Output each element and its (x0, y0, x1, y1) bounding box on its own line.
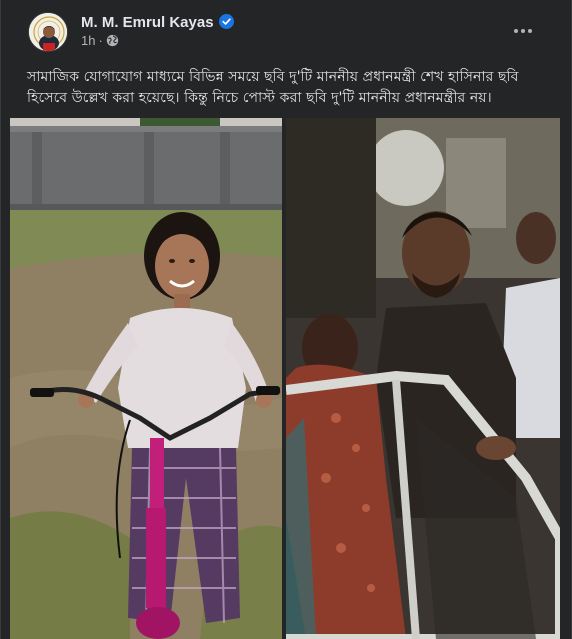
meta-separator: · (98, 33, 103, 48)
caption-line-2: হিসেবে উল্লেখ করা হয়েছে। কিন্তু নিচে পো… (27, 90, 492, 106)
verified-badge-icon (218, 14, 234, 29)
globe-icon[interactable] (106, 34, 119, 47)
post-caption: সামাজিক যোগাযোগ মাধ্যমে বিভিন্ন সময়ে ছব… (27, 67, 547, 109)
author-avatar[interactable] (28, 12, 68, 52)
more-options-dot (528, 29, 532, 33)
caption-line-1: সামাজিক যোগাযোগ মাধ্যমে বিভিন্ন সময়ে ছব… (27, 69, 519, 85)
facebook-post: M. M. Emrul Kayas 1h · সামাজিক যোগাযোগ ম… (0, 0, 572, 639)
author-name-text[interactable]: M. M. Emrul Kayas (81, 14, 214, 31)
post-header: M. M. Emrul Kayas 1h · (1, 0, 572, 62)
post-time[interactable]: 1h (81, 33, 95, 48)
man-beside-car-photo[interactable] (286, 118, 560, 639)
author-name[interactable]: M. M. Emrul Kayas (81, 14, 234, 31)
more-options-icon (514, 29, 518, 33)
girl-on-bicycle-photo[interactable] (10, 118, 282, 639)
post-photos (10, 118, 560, 639)
more-options-button[interactable] (505, 17, 541, 45)
post-meta: 1h · (81, 33, 119, 48)
more-options-dot (521, 29, 525, 33)
